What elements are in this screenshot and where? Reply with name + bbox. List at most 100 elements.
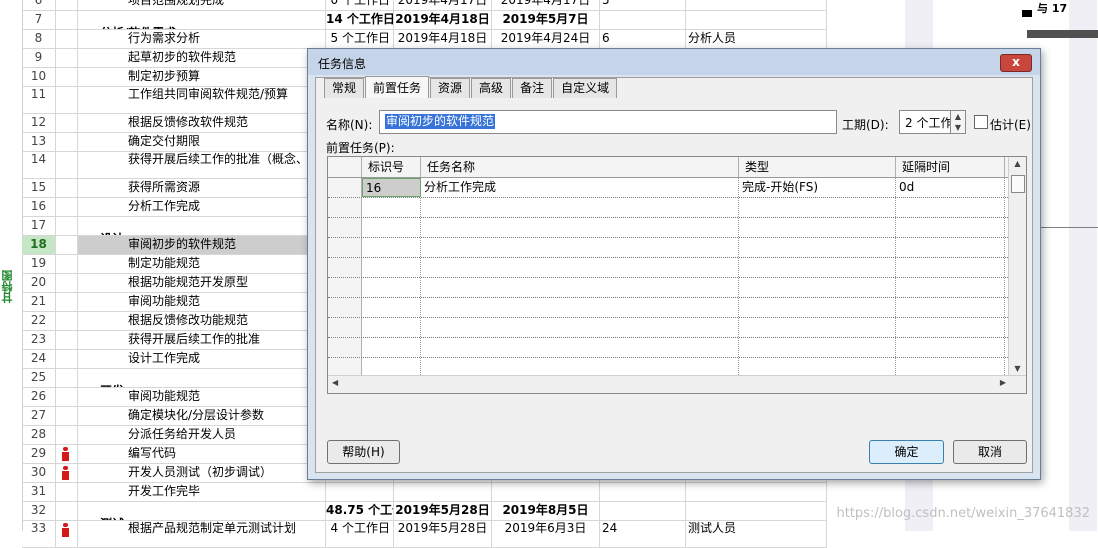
row-selector[interactable] [328,198,362,217]
task-name-input[interactable]: 审阅初步的软件规范 [379,110,837,134]
predecessor-name-cell[interactable] [421,278,739,297]
task-predecessors-cell[interactable]: 24 [600,521,686,547]
task-indicator-cell[interactable] [56,426,78,444]
task-indicator-cell[interactable] [56,68,78,86]
task-duration-cell[interactable]: 5 个工作日 [326,30,394,48]
task-name-cell[interactable]: ◢ 设计 [78,217,326,235]
predecessor-name-cell[interactable] [421,258,739,277]
task-finish-cell[interactable] [492,483,600,501]
task-name-cell[interactable]: 工作组共同审阅软件规范/预算 [78,87,326,113]
task-id-cell[interactable]: 23 [22,331,56,349]
task-name-cell[interactable]: 分析工作完成 [78,198,326,216]
task-resource-cell[interactable] [686,483,827,501]
spin-down-icon[interactable]: ▼ [951,122,965,133]
predecessor-type-cell[interactable] [739,238,896,257]
predecessor-id-cell[interactable] [362,278,421,297]
task-id-cell[interactable]: 6 [22,0,56,10]
predecessor-type-cell[interactable] [739,298,896,317]
vertical-scrollbar[interactable]: ▲ ▼ [1008,157,1026,375]
predecessor-id-cell[interactable]: 16 [362,178,421,197]
row-selector[interactable] [328,278,362,297]
predecessor-name-cell[interactable] [421,218,739,237]
col-header-type[interactable]: 类型 [739,157,896,177]
task-resource-cell[interactable] [686,11,827,29]
task-duration-cell[interactable]: 0 个工作日 [326,0,394,10]
task-row[interactable]: 31 开发工作完毕 [22,483,827,502]
task-id-cell[interactable]: 26 [22,388,56,406]
task-id-cell[interactable]: 8 [22,30,56,48]
task-indicator-cell[interactable] [56,152,78,178]
predecessor-type-cell[interactable] [739,318,896,337]
task-indicator-cell[interactable] [56,255,78,273]
ok-button[interactable]: 确定 [869,440,944,464]
task-name-cell[interactable]: ◢ 测试 [78,502,326,520]
task-id-cell[interactable]: 30 [22,464,56,482]
tab-5[interactable]: 自定义域 [553,78,618,98]
task-id-cell[interactable]: 25 [22,369,56,387]
task-indicator-cell[interactable] [56,87,78,113]
task-row[interactable]: 7 ◢ 分析/软件需求14 个工作日2019年4月18日 2019年5月7日 [22,11,827,30]
estimate-checkbox[interactable] [974,115,988,129]
task-indicator-cell[interactable] [56,502,78,520]
task-id-cell[interactable]: 16 [22,198,56,216]
task-name-cell[interactable]: 获得开展后续工作的批准 [78,331,326,349]
task-id-cell[interactable]: 9 [22,49,56,67]
task-duration-cell[interactable] [326,483,394,501]
duration-input[interactable]: 2 个工作日 [899,110,951,134]
row-selector[interactable] [328,238,362,257]
task-indicator-cell[interactable] [56,483,78,501]
task-duration-cell[interactable]: 14 个工作日 [326,11,394,29]
tab-4[interactable]: 备注 [512,78,553,98]
task-indicator-cell[interactable] [56,0,78,10]
task-id-cell[interactable]: 15 [22,179,56,197]
row-selector[interactable] [328,218,362,237]
task-name-cell[interactable]: 设计工作完成 [78,350,326,368]
task-id-cell[interactable]: 22 [22,312,56,330]
predecessor-row[interactable] [328,238,1026,258]
scroll-down-icon[interactable]: ▼ [1009,364,1026,373]
predecessor-name-cell[interactable] [421,238,739,257]
task-name-cell[interactable]: 制定功能规范 [78,255,326,273]
predecessor-row[interactable]: 16 分析工作完成 完成-开始(FS) 0d [328,178,1026,198]
predecessor-name-cell[interactable] [421,198,739,217]
task-indicator-cell[interactable] [56,388,78,406]
predecessor-name-cell[interactable] [421,298,739,317]
horizontal-scrollbar[interactable]: ◀ ▶ [328,375,1026,393]
row-selector[interactable] [328,298,362,317]
task-id-cell[interactable]: 18 [22,236,56,254]
task-indicator-cell[interactable] [56,179,78,197]
task-finish-cell[interactable]: 2019年5月7日 [492,11,600,29]
scroll-thumb[interactable] [1011,175,1025,193]
predecessor-lag-cell[interactable] [896,278,1005,297]
predecessor-id-cell[interactable] [362,318,421,337]
task-id-cell[interactable]: 33 [22,521,56,547]
task-name-cell[interactable]: 审阅初步的软件规范 [78,236,326,254]
task-id-cell[interactable]: 21 [22,293,56,311]
task-finish-cell[interactable]: 2019年4月17日 [492,0,600,10]
task-name-cell[interactable]: 开发人员测试（初步调试） [78,464,326,482]
task-name-cell[interactable]: 项目范围规划完成 [78,0,326,10]
task-name-cell[interactable]: 行为需求分析 [78,30,326,48]
task-name-cell[interactable]: 根据反馈修改软件规范 [78,114,326,132]
task-name-cell[interactable]: 开发工作完毕 [78,483,326,501]
predecessor-lag-cell[interactable] [896,258,1005,277]
task-finish-cell[interactable]: 2019年8月5日 [492,502,600,520]
predecessor-row[interactable] [328,198,1026,218]
task-id-cell[interactable]: 20 [22,274,56,292]
predecessor-name-cell[interactable]: 分析工作完成 [421,178,739,197]
task-id-cell[interactable]: 12 [22,114,56,132]
predecessor-id-cell[interactable] [362,258,421,277]
task-indicator-cell[interactable] [56,11,78,29]
task-name-cell[interactable]: 根据功能规范开发原型 [78,274,326,292]
task-name-cell[interactable]: 制定初步预算 [78,68,326,86]
task-indicator-cell[interactable] [56,133,78,151]
task-row[interactable]: 6 项目范围规划完成 0 个工作日 2019年4月17日 2019年4月17日 5 [22,0,827,11]
task-id-cell[interactable]: 29 [22,445,56,463]
help-button[interactable]: 帮助(H) [327,440,400,464]
predecessor-row[interactable] [328,338,1026,358]
task-name-cell[interactable]: 审阅功能规范 [78,293,326,311]
predecessor-row[interactable] [328,258,1026,278]
task-name-cell[interactable]: ◢ 分析/软件需求 [78,11,326,29]
task-name-cell[interactable]: 根据反馈修改功能规范 [78,312,326,330]
predecessor-type-cell[interactable] [739,198,896,217]
